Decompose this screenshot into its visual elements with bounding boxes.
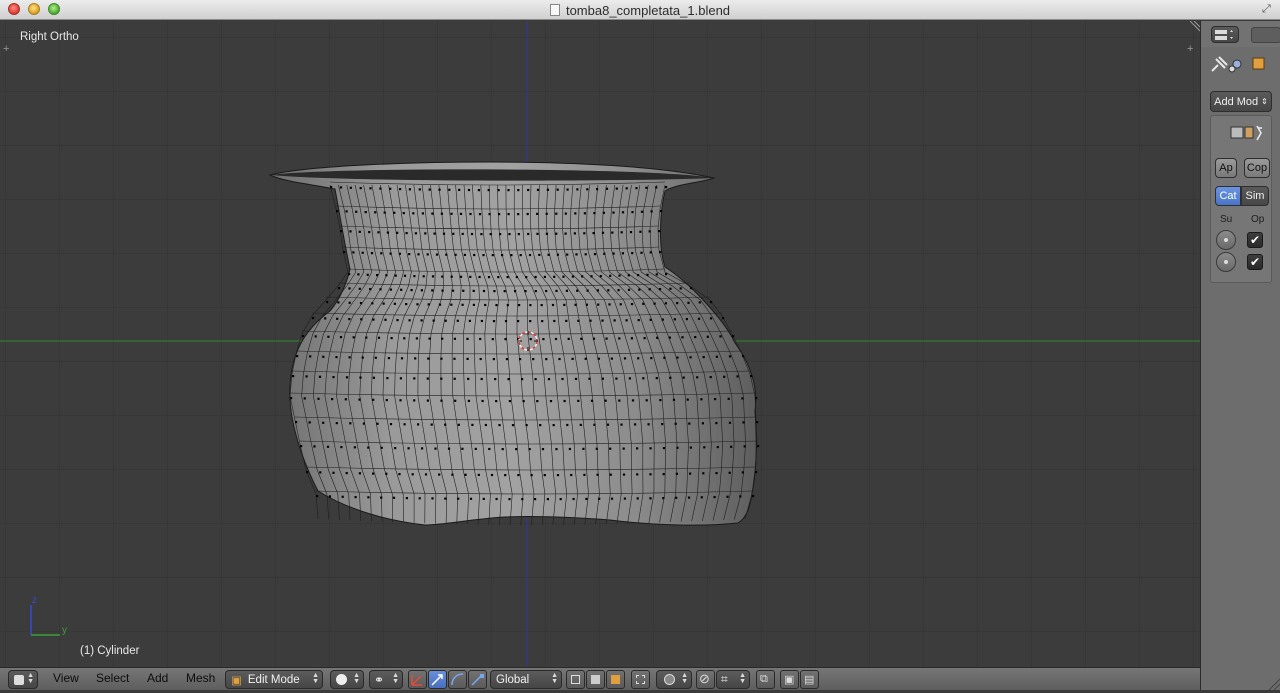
clapper-icon: ▤ — [804, 674, 815, 686]
manipulator-icon — [411, 675, 422, 686]
3d-view-icon — [14, 674, 24, 685]
pivot-point-icon: ⚭ — [374, 672, 385, 687]
menu-add[interactable]: Add — [147, 671, 168, 685]
magnet-icon: ⊘ — [699, 671, 710, 686]
mode-dropdown[interactable]: ▣ Edit Mode ▲ ▼ — [225, 670, 323, 689]
edit-mode-icon: ▣ — [231, 674, 242, 687]
subdivide-uvs-checkbox[interactable]: ✔ — [1247, 232, 1263, 248]
face-select-toggle[interactable] — [606, 670, 625, 689]
orientation-dropdown[interactable]: Global ▲ ▼ — [490, 670, 562, 689]
render-opengl-button[interactable]: ▣ — [780, 670, 799, 689]
optimal-display-checkbox[interactable]: ✔ — [1247, 254, 1263, 270]
pivot-dropdown[interactable]: ⚭ ▲ ▼ — [369, 670, 403, 689]
layers-toggle[interactable]: ⧉ — [756, 670, 775, 689]
active-object-label: (1) Cylinder — [80, 645, 140, 657]
vertex-select-toggle[interactable] — [566, 670, 585, 689]
modifier-header-icons[interactable] — [1229, 124, 1267, 142]
document-icon — [549, 4, 560, 16]
gizmo-z-label: z — [32, 595, 37, 606]
context-tabs[interactable] — [1209, 55, 1275, 75]
edge-select-icon — [591, 675, 600, 684]
window-title: tomba8_completata_1.blend — [565, 2, 731, 18]
modifiers-icon — [1228, 59, 1242, 73]
rotate-toggle[interactable] — [448, 670, 467, 689]
object-icon — [1252, 57, 1265, 70]
modifier-panel: Ap Cop Cat Sim Su Op ✔ ✔ — [1210, 115, 1272, 283]
camera-icon: ▣ — [784, 674, 795, 686]
pin-icon — [1211, 56, 1228, 72]
title-bar: tomba8_completata_1.blend ⤢ — [0, 0, 1280, 20]
snap-toggle[interactable]: ⊘ — [696, 670, 715, 689]
fullscreen-icon[interactable]: ⤢ — [1262, 3, 1274, 15]
vertex-select-icon — [571, 675, 580, 684]
region-toggle-right-icon[interactable]: + — [1187, 43, 1193, 55]
editor-type-menu[interactable]: ▲ ▼ — [8, 670, 38, 689]
mode-label: Edit Mode — [247, 673, 300, 686]
resize-corner-icon[interactable] — [1267, 676, 1280, 690]
snap-element-dropdown[interactable]: ⌗ ▲ ▼ — [716, 670, 750, 689]
snap-grid-icon: ⌗ — [721, 672, 728, 686]
orientation-label: Global — [496, 673, 530, 686]
options-column-label: Op — [1251, 214, 1265, 225]
limit-selection-icon — [636, 675, 645, 684]
face-select-icon — [611, 675, 620, 684]
add-modifier-label: Add Mod — [1214, 95, 1259, 108]
copy-button[interactable]: Cop — [1244, 158, 1270, 178]
translate-arrow-icon — [431, 674, 443, 686]
view-levels-field[interactable] — [1216, 230, 1236, 250]
translate-toggle[interactable] — [428, 670, 447, 689]
scale-toggle[interactable] — [468, 670, 487, 689]
editor-type-icon — [1215, 29, 1233, 40]
shading-dropdown[interactable]: ▲ ▼ — [330, 670, 364, 689]
properties-header — [1201, 21, 1280, 47]
apply-button[interactable]: Ap — [1215, 158, 1237, 178]
manipulator-toggle[interactable] — [408, 670, 427, 689]
edge-select-toggle[interactable] — [586, 670, 605, 689]
tab-catmull[interactable]: Cat — [1215, 186, 1241, 206]
proportional-edit-dropdown[interactable]: ▲ ▼ — [656, 670, 692, 689]
panel-options-icon[interactable] — [1251, 27, 1280, 43]
render-animation-button[interactable]: ▤ — [800, 670, 819, 689]
view-name-label: Right Ortho — [20, 31, 79, 43]
axis-gizmo: z y — [30, 595, 67, 636]
viewport-header: ▲ ▼ View Select Add Mesh ▣ Edit Mode ▲ ▼ ▲… — [0, 667, 1200, 690]
menu-select[interactable]: Select — [96, 671, 129, 685]
editor-type-button[interactable] — [1211, 26, 1239, 43]
area-split-corner-icon[interactable] — [1186, 21, 1200, 35]
render-levels-field[interactable] — [1216, 252, 1236, 272]
viewport-canvas: z y — [0, 21, 1200, 667]
rotate-arc-icon — [451, 673, 464, 686]
solid-shading-icon — [336, 674, 347, 685]
scale-icon — [471, 674, 484, 686]
layers-icon: ⧉ — [760, 673, 768, 685]
properties-panel: Add Mod ⇕ Ap Cop Cat Sim Su Op ✔ ✔ — [1200, 21, 1280, 690]
menu-view[interactable]: View — [53, 671, 79, 685]
subdivisions-column-label: Su — [1220, 214, 1233, 225]
add-modifier-dropdown[interactable]: Add Mod ⇕ — [1210, 91, 1272, 112]
region-toggle-left-icon[interactable]: + — [3, 43, 9, 55]
3d-viewport[interactable]: z y Right Ortho (1) Cylinder + + — [0, 21, 1200, 667]
limit-selection-toggle[interactable] — [631, 670, 650, 689]
menu-mesh[interactable]: Mesh — [186, 671, 215, 685]
tab-simple[interactable]: Sim — [1241, 186, 1269, 206]
gizmo-y-label: y — [62, 625, 67, 636]
proportional-edit-icon — [664, 674, 675, 685]
